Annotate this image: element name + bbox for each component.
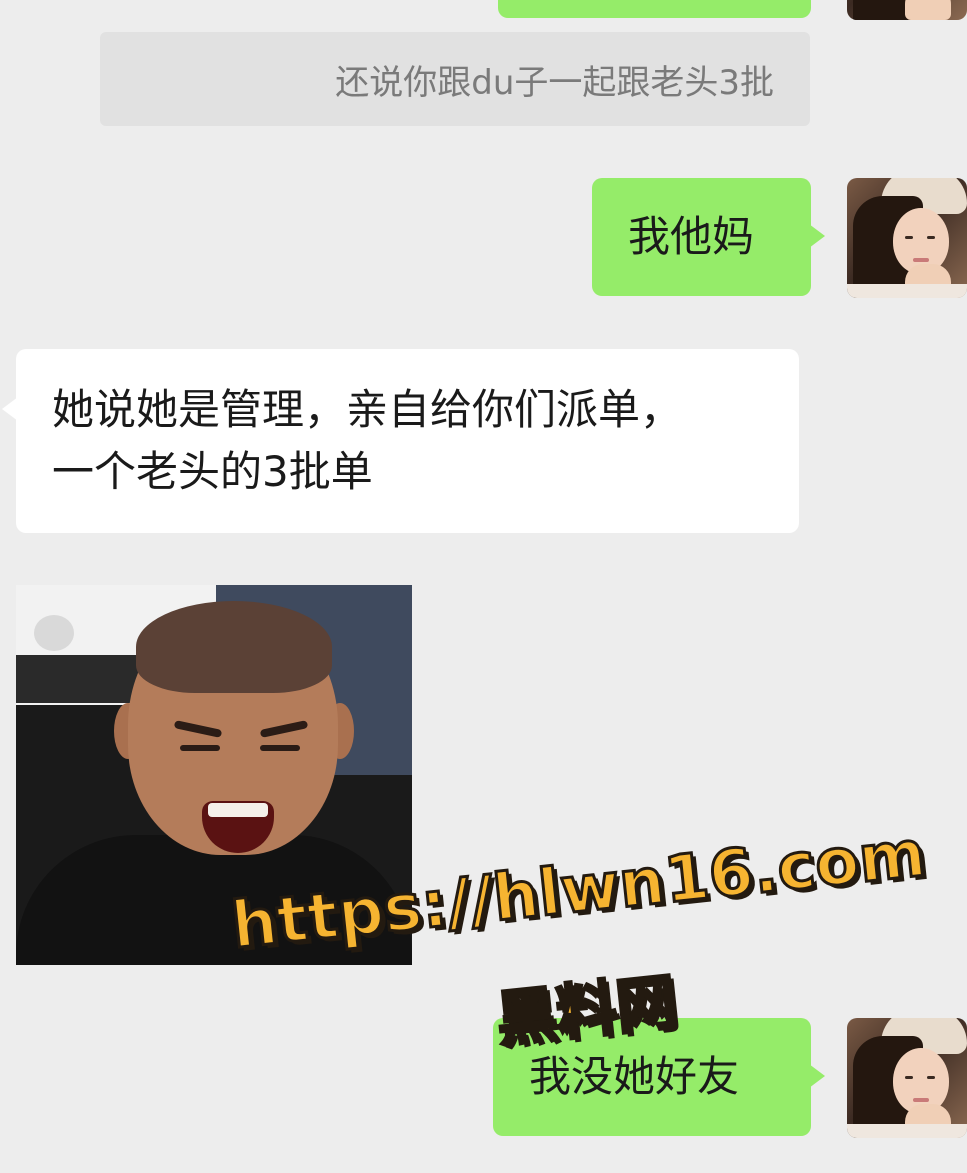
user-avatar[interactable] [847,178,967,298]
sticker-eye [180,745,220,751]
outgoing-bubble-partial[interactable] [498,0,811,18]
incoming-message-line-2: 一个老头的3批单 [52,447,373,496]
avatar-clothing [847,284,967,298]
user-avatar[interactable] [847,1018,967,1138]
avatar-mouth [913,1098,929,1102]
sticker-scalp [136,601,332,693]
incoming-message-line-1: 她说她是管理，亲自给你们派单， [52,385,683,434]
incoming-message-bubble[interactable]: 她说她是管理，亲自给你们派单， 一个老头的3批单 [2,349,799,533]
avatar-eye [927,1076,935,1079]
sticker-eye [260,745,300,751]
outgoing-message-bubble[interactable]: 我他妈 [592,178,825,296]
bubble-tail [809,1064,825,1088]
outgoing-message-text: 我他妈 [628,212,755,261]
avatar-eye [905,236,913,239]
avatar-eye [927,236,935,239]
bubble-tail [809,224,825,248]
avatar-clothing [847,1124,967,1138]
sticker-background [34,615,74,651]
quoted-message[interactable]: 还说你跟du子一起跟老头3批 [100,32,810,126]
avatar-eye [905,1076,913,1079]
avatar-mouth [913,258,929,262]
bubble-tail [2,397,18,421]
sticker-teeth [208,803,268,817]
outgoing-message-text: 我没她好友 [529,1052,740,1101]
outgoing-message-bubble[interactable]: 我没她好友 [493,1018,825,1136]
quoted-message-text: 还说你跟du子一起跟老头3批 [335,62,774,103]
avatar-partial[interactable] [847,0,967,20]
laughing-face-sticker[interactable] [16,585,412,965]
